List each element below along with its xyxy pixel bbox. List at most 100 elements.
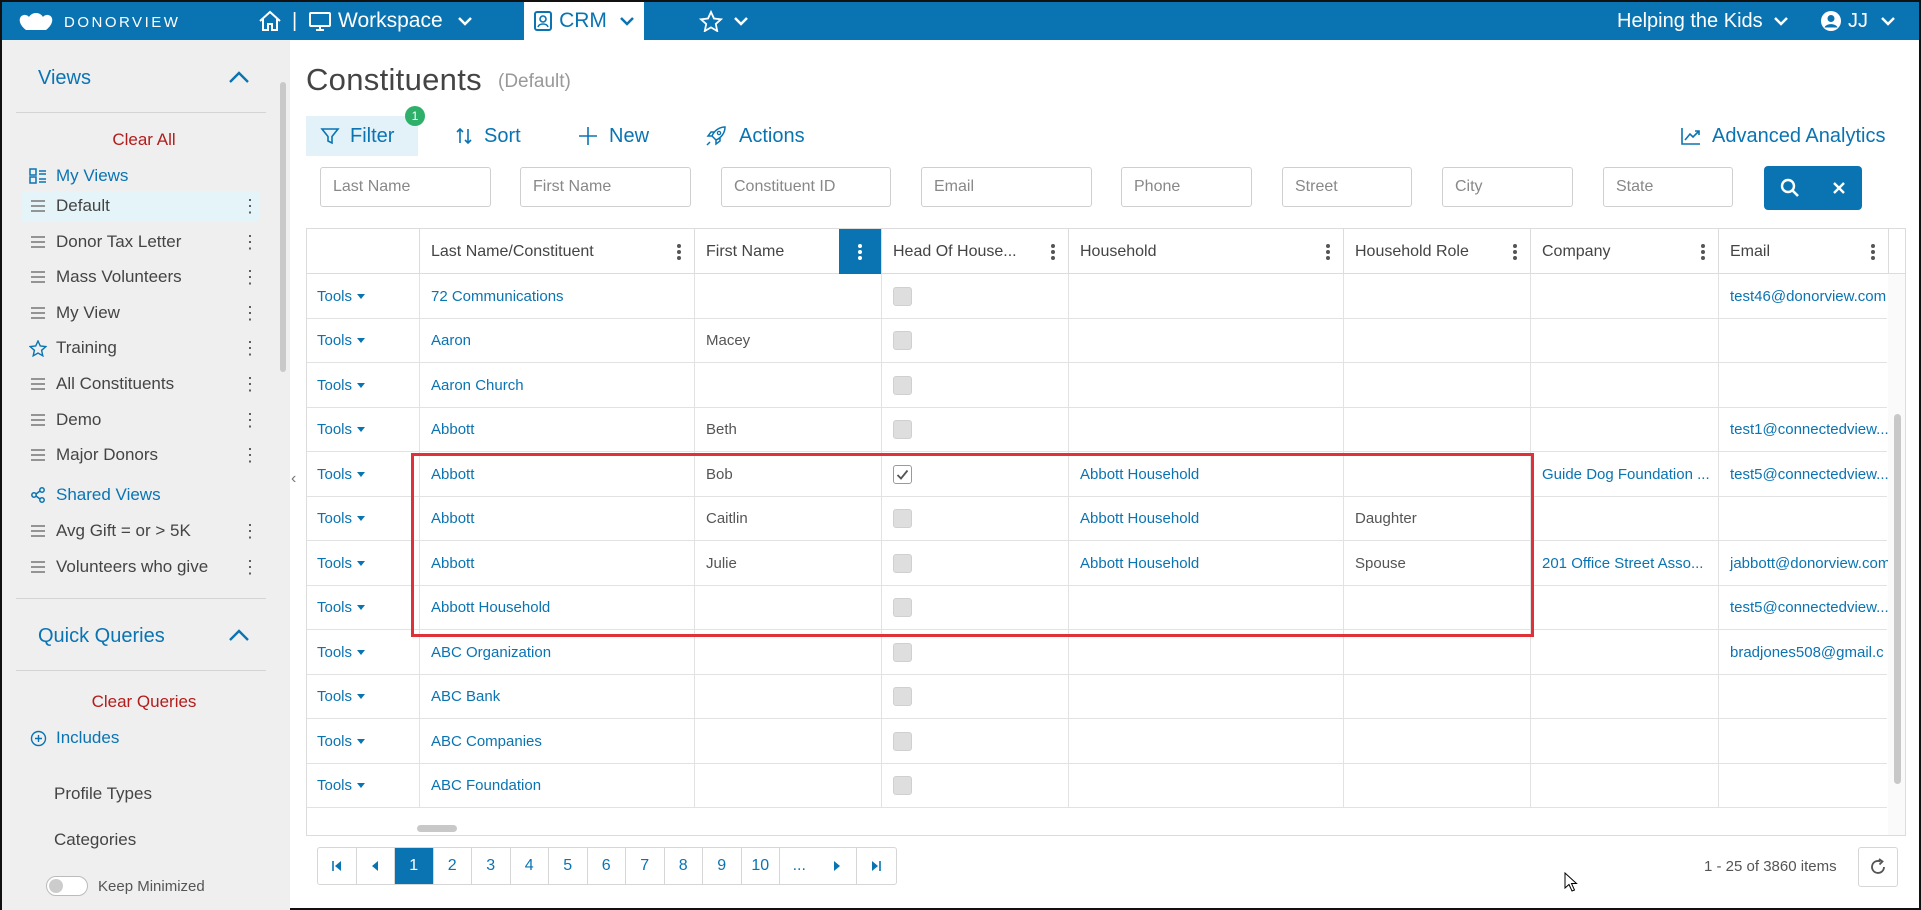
chevron-up-icon[interactable] (228, 70, 250, 84)
view-item[interactable]: Donor Tax Letter ⋮ (22, 227, 260, 257)
workspace-menu[interactable]: Workspace (308, 2, 473, 40)
cell-email[interactable]: jabbott@donorview.com (1719, 541, 1889, 585)
cell-last[interactable]: Abbott (420, 407, 695, 452)
more-options-icon[interactable]: ⋮ (240, 446, 260, 464)
tools-menu[interactable]: Tools (307, 585, 420, 630)
head-of-household-checkbox[interactable] (893, 375, 912, 395)
advanced-analytics-button[interactable]: Advanced Analytics (1680, 116, 1885, 156)
cell-email[interactable]: test5@connectedview... (1719, 452, 1889, 496)
filter-button[interactable]: Filter (306, 116, 418, 156)
tools-menu[interactable]: Tools (307, 452, 420, 496)
more-options-icon[interactable]: ⋮ (240, 268, 260, 286)
last-page-button[interactable] (857, 848, 896, 884)
view-item[interactable]: Major Donors ⋮ (22, 440, 260, 470)
sidebar-scrollbar[interactable] (280, 82, 286, 372)
tools-menu[interactable]: Tools (307, 541, 420, 585)
home-button[interactable] (258, 2, 282, 40)
clear-all-link[interactable]: Clear All (2, 130, 286, 150)
clear-queries-link[interactable]: Clear Queries (2, 692, 286, 712)
page-button[interactable]: 4 (511, 848, 549, 884)
cell-company[interactable]: Guide Dog Foundation ... (1531, 452, 1719, 496)
views-section-header[interactable]: Views (16, 52, 266, 108)
more-options-icon[interactable]: ⋮ (240, 339, 260, 357)
my-views-header[interactable]: My Views (22, 161, 260, 191)
scrollbar-thumb[interactable] (1894, 414, 1901, 784)
phone-filter-input[interactable] (1121, 167, 1252, 207)
cell-last[interactable]: ABC Companies (420, 719, 695, 763)
crm-tab[interactable]: CRM (524, 2, 644, 40)
cell-email[interactable]: test46@donorview.com (1719, 274, 1889, 318)
cell-last[interactable]: ABC Bank (420, 674, 695, 719)
tools-menu[interactable]: Tools (307, 674, 420, 719)
column-menu-icon[interactable] (1512, 243, 1518, 261)
view-item[interactable]: My View ⋮ (22, 298, 260, 328)
column-menu-button[interactable] (839, 229, 881, 274)
column-header[interactable]: Household Role (1344, 229, 1531, 274)
grid-vertical-scrollbar[interactable] (1888, 274, 1905, 835)
refresh-button[interactable] (1858, 847, 1898, 887)
column-menu-icon[interactable] (676, 243, 682, 261)
page-button[interactable]: 6 (588, 848, 626, 884)
tools-menu[interactable]: Tools (307, 407, 420, 452)
more-options-icon[interactable]: ⋮ (240, 522, 260, 540)
head-of-household-checkbox[interactable] (893, 687, 912, 706)
collapse-sidebar-icon[interactable]: ‹ (291, 470, 296, 488)
tools-menu[interactable]: Tools (307, 363, 420, 407)
page-button[interactable]: 9 (703, 848, 742, 884)
tools-menu[interactable]: Tools (307, 763, 420, 808)
column-menu-icon[interactable] (1050, 243, 1056, 261)
first-name-filter-input[interactable] (520, 167, 691, 207)
head-of-household-checkbox[interactable] (893, 420, 912, 439)
tools-menu[interactable]: Tools (307, 274, 420, 318)
page-button[interactable]: 3 (472, 848, 511, 884)
close-icon[interactable] (1832, 181, 1846, 195)
search-icon[interactable] (1780, 178, 1800, 198)
query-profile-types[interactable]: Profile Types (54, 784, 152, 804)
page-button[interactable]: 7 (626, 848, 665, 884)
more-options-icon[interactable]: ⋮ (240, 558, 260, 576)
head-of-household-checkbox[interactable] (893, 776, 912, 795)
quick-queries-header[interactable]: Quick Queries (16, 610, 266, 666)
head-of-household-checkbox[interactable] (893, 286, 912, 306)
constituent-id-filter-input[interactable] (721, 167, 891, 207)
toggle-switch[interactable] (46, 876, 88, 896)
page-button[interactable]: 1 (395, 848, 434, 884)
page-button[interactable]: ... (780, 848, 819, 884)
page-button[interactable]: 8 (665, 848, 703, 884)
column-header[interactable]: First Name (695, 229, 882, 274)
sort-button[interactable]: Sort (454, 116, 521, 156)
email-filter-input[interactable] (921, 167, 1092, 207)
column-menu-icon[interactable] (1325, 243, 1331, 261)
cell-last[interactable]: Aaron Church (420, 363, 695, 407)
page-button[interactable]: 5 (549, 848, 588, 884)
tools-menu[interactable]: Tools (307, 496, 420, 541)
new-button[interactable]: New (577, 116, 649, 156)
column-header[interactable]: Company (1531, 229, 1719, 274)
more-options-icon[interactable]: ⋮ (240, 304, 260, 322)
shared-views-header[interactable]: Shared Views (22, 480, 260, 510)
more-options-icon[interactable]: ⋮ (240, 197, 260, 215)
street-filter-input[interactable] (1282, 167, 1412, 207)
view-item[interactable]: Demo ⋮ (22, 405, 260, 435)
cell-email[interactable]: test1@connectedview... (1719, 407, 1889, 452)
next-page-button[interactable] (819, 848, 857, 884)
prev-page-button[interactable] (357, 848, 395, 884)
tools-menu[interactable]: Tools (307, 318, 420, 363)
column-header[interactable]: Household (1069, 229, 1344, 274)
query-categories[interactable]: Categories (54, 830, 136, 850)
tools-menu[interactable]: Tools (307, 719, 420, 763)
includes-toggle[interactable]: Includes (24, 723, 262, 753)
head-of-household-checkbox[interactable] (893, 331, 912, 350)
column-header[interactable]: Email (1719, 229, 1889, 274)
shared-view-item[interactable]: Volunteers who give ⋮ (22, 552, 260, 582)
cell-last[interactable]: Aaron (420, 318, 695, 363)
column-header[interactable]: Head Of House... (882, 229, 1069, 274)
view-item[interactable]: Default ⋮ (22, 191, 260, 221)
more-options-icon[interactable]: ⋮ (240, 375, 260, 393)
state-filter-input[interactable] (1603, 167, 1733, 207)
cell-last[interactable]: ABC Foundation (420, 763, 695, 808)
head-of-household-checkbox[interactable] (893, 731, 912, 751)
favorites-menu[interactable] (699, 2, 749, 40)
more-options-icon[interactable]: ⋮ (240, 233, 260, 251)
tools-menu[interactable]: Tools (307, 630, 420, 674)
